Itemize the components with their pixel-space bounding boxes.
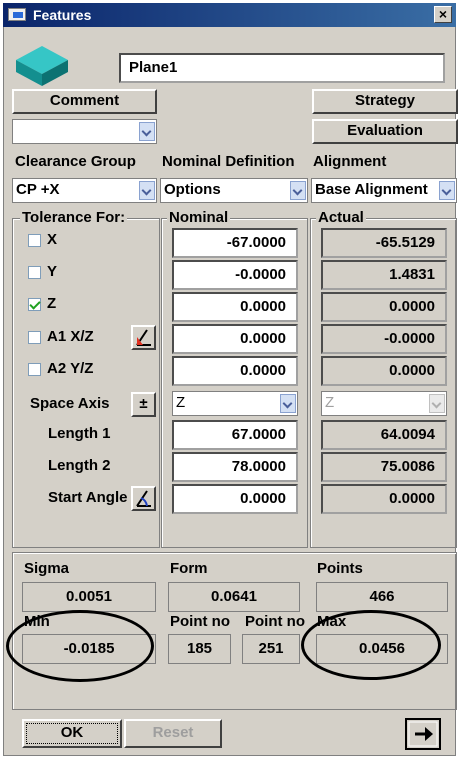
nominal-x-field[interactable]: -67.0000 bbox=[172, 228, 298, 258]
space-axis-actual-value: Z bbox=[325, 394, 335, 411]
chevron-down-icon[interactable] bbox=[139, 122, 155, 141]
window-title: Features bbox=[33, 7, 92, 23]
start-angle-actual-value: 0.0000 bbox=[321, 484, 447, 514]
space-axis-label: Space Axis bbox=[30, 395, 110, 412]
actual-label: Actual bbox=[316, 209, 366, 226]
point-no-min-value: 185 bbox=[168, 634, 231, 664]
checkbox-z[interactable] bbox=[28, 298, 41, 311]
points-label: Points bbox=[317, 560, 363, 577]
row-label-y: Y bbox=[47, 263, 58, 280]
nominal-definition-value: Options bbox=[164, 181, 221, 198]
row-label-a2: A2 Y/Z bbox=[47, 360, 94, 377]
annotation-ellipse-min bbox=[6, 610, 154, 682]
angle-tool-button-start[interactable] bbox=[131, 486, 156, 511]
checkbox-a1[interactable] bbox=[28, 331, 41, 344]
points-value: 466 bbox=[316, 582, 448, 612]
length1-label: Length 1 bbox=[48, 425, 111, 442]
nominal-z-field[interactable]: 0.0000 bbox=[172, 292, 298, 322]
angle-tool-icon bbox=[136, 329, 151, 346]
clearance-group-value: CP +X bbox=[16, 181, 60, 198]
angle-tool-icon bbox=[136, 490, 151, 507]
form-label: Form bbox=[170, 560, 208, 577]
chevron-down-icon[interactable] bbox=[290, 181, 306, 200]
row-label-z: Z bbox=[47, 295, 57, 312]
sigma-value: 0.0051 bbox=[22, 582, 156, 612]
alignment-label: Alignment bbox=[313, 153, 387, 170]
evaluation-button[interactable]: Evaluation bbox=[312, 119, 458, 144]
annotation-ellipse-max bbox=[301, 610, 441, 680]
length1-actual-value: 64.0094 bbox=[321, 420, 447, 450]
checkbox-x[interactable] bbox=[28, 234, 41, 247]
point-no-label-1: Point no bbox=[170, 613, 230, 630]
alignment-select[interactable]: Base Alignment bbox=[311, 178, 457, 203]
sigma-label: Sigma bbox=[24, 560, 70, 577]
angle-tool-button-a1[interactable] bbox=[131, 325, 156, 350]
length2-nominal-field[interactable]: 78.0000 bbox=[172, 452, 298, 482]
feature-name-field[interactable]: Plane1 bbox=[119, 53, 445, 83]
ok-button[interactable]: OK bbox=[22, 719, 122, 748]
row-label-x: X bbox=[47, 231, 58, 248]
nominal-label: Nominal bbox=[167, 209, 231, 226]
alignment-value: Base Alignment bbox=[315, 181, 428, 198]
length2-label: Length 2 bbox=[48, 457, 111, 474]
nominal-definition-select[interactable]: Options bbox=[160, 178, 308, 203]
point-no-label-2: Point no bbox=[245, 613, 305, 630]
chevron-down-icon[interactable] bbox=[139, 181, 155, 200]
arrow-right-icon bbox=[408, 721, 438, 747]
space-axis-actual-select: Z bbox=[321, 391, 447, 416]
start-angle-label: Start Angle bbox=[48, 489, 128, 506]
chevron-down-icon[interactable] bbox=[280, 394, 296, 413]
length2-actual-value: 75.0086 bbox=[321, 452, 447, 482]
nominal-a2-field[interactable]: 0.0000 bbox=[172, 356, 298, 386]
actual-a1-value: -0.0000 bbox=[321, 324, 447, 354]
chevron-down-icon[interactable] bbox=[439, 181, 455, 200]
reset-button: Reset bbox=[124, 719, 222, 748]
space-axis-flip-button[interactable]: ± bbox=[131, 392, 156, 417]
strategy-button[interactable]: Strategy bbox=[312, 89, 458, 114]
clearance-group-select[interactable]: CP +X bbox=[12, 178, 157, 203]
comment-select[interactable] bbox=[12, 119, 157, 144]
form-value: 0.0641 bbox=[168, 582, 300, 612]
start-angle-nominal-field[interactable]: 0.0000 bbox=[172, 484, 298, 514]
next-button[interactable] bbox=[405, 718, 441, 750]
row-label-a1: A1 X/Z bbox=[47, 328, 94, 345]
actual-z-value: 0.0000 bbox=[321, 292, 447, 322]
plane-3d-icon bbox=[16, 46, 68, 86]
actual-a2-value: 0.0000 bbox=[321, 356, 447, 386]
features-window-icon bbox=[8, 8, 26, 21]
nominal-definition-label: Nominal Definition bbox=[162, 153, 295, 170]
clearance-group-label: Clearance Group bbox=[15, 153, 136, 170]
checkbox-y[interactable] bbox=[28, 266, 41, 279]
space-axis-nominal-value: Z bbox=[176, 394, 186, 411]
nominal-y-field[interactable]: -0.0000 bbox=[172, 260, 298, 290]
comment-button[interactable]: Comment bbox=[12, 89, 157, 114]
actual-y-value: 1.4831 bbox=[321, 260, 447, 290]
nominal-a1-field[interactable]: 0.0000 bbox=[172, 324, 298, 354]
actual-x-value: -65.5129 bbox=[321, 228, 447, 258]
checkbox-a2[interactable] bbox=[28, 363, 41, 376]
space-axis-nominal-select[interactable]: Z bbox=[172, 391, 298, 416]
title-bar: Features bbox=[3, 3, 456, 27]
length1-nominal-field[interactable]: 67.0000 bbox=[172, 420, 298, 450]
chevron-down-icon bbox=[429, 394, 445, 413]
close-icon[interactable]: × bbox=[434, 6, 452, 23]
point-no-max-value: 251 bbox=[242, 634, 300, 664]
tolerance-for-label: Tolerance For: bbox=[20, 209, 128, 226]
